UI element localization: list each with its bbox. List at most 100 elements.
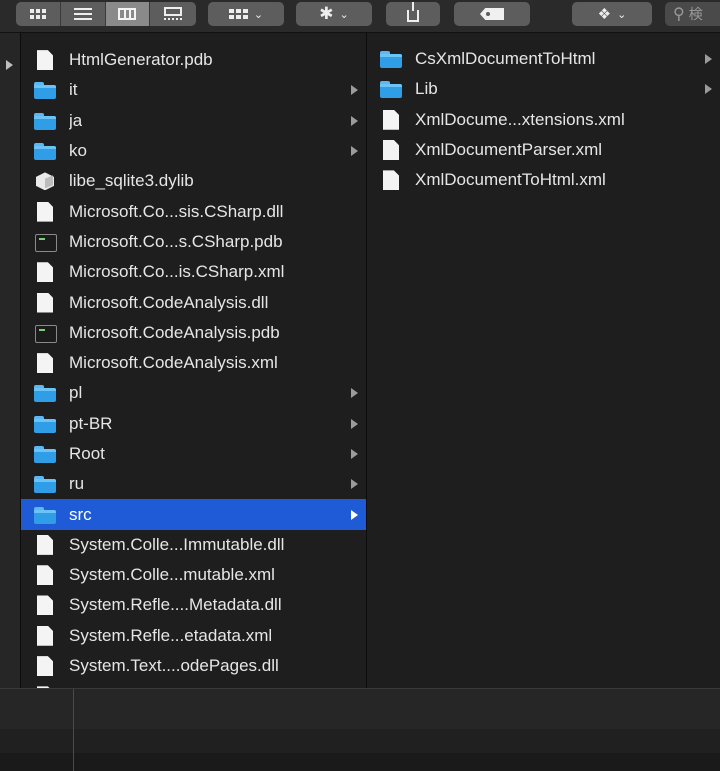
bottom-panel	[0, 688, 720, 771]
file-list: CsXmlDocumentToHtml Lib XmlDocume...xtensi…	[367, 44, 720, 195]
item-name: Microsoft.Co...s.CSharp.pdb	[69, 231, 283, 251]
disclosure-arrow-icon	[351, 449, 358, 459]
folder-icon	[33, 382, 57, 404]
file-item[interactable]: System.Refle....Metadata.dll	[21, 590, 366, 620]
document-icon	[379, 169, 403, 191]
file-item[interactable]: Microsoft.Co...sis.CSharp.dll	[21, 196, 366, 226]
folder-item[interactable]: src	[21, 499, 366, 530]
tag-button[interactable]	[454, 2, 530, 26]
item-name: ja	[69, 110, 83, 130]
gallery-view-button[interactable]	[150, 2, 196, 26]
search-icon: ⚲	[673, 6, 685, 23]
item-name: ko	[69, 141, 87, 161]
document-icon	[33, 292, 57, 314]
folder-icon	[33, 504, 57, 526]
finder-toolbar: ⌄ ✱ ⌄ ❖ ⌄ ⚲ 検	[0, 0, 720, 33]
disclosure-arrow-icon	[351, 115, 358, 126]
file-item[interactable]: System.Text....odePages.dll	[21, 651, 366, 681]
file-item[interactable]: Microsoft.CodeAnalysis.xml	[21, 348, 366, 378]
folder-item[interactable]: it	[21, 75, 366, 105]
chevron-down-icon: ⌄	[339, 8, 349, 21]
document-icon	[33, 564, 57, 586]
folder-item[interactable]: ru	[21, 469, 366, 499]
search-field[interactable]: ⚲ 検	[665, 2, 720, 26]
item-name: XmlDocumentParser.xml	[415, 140, 603, 160]
folder-item[interactable]: ja	[21, 106, 366, 136]
item-name: it	[69, 80, 78, 100]
item-name: CsXmlDocumentToHtml	[415, 49, 596, 69]
folder-item[interactable]: pl	[21, 378, 366, 408]
folder-icon	[33, 110, 57, 132]
file-item[interactable]: Microsoft.CodeAnalysis.pdb	[21, 318, 366, 348]
disclosure-arrow-icon	[351, 85, 358, 96]
item-name: Lib	[415, 79, 438, 99]
columns-icon	[118, 8, 137, 20]
gallery-icon	[164, 6, 183, 22]
document-icon	[33, 201, 57, 223]
share-icon	[407, 2, 419, 22]
item-name: System.Refle....Metadata.dll	[69, 595, 282, 615]
file-list: HtmlGenerator.pdb it ja ko libe_sqlite3.dyli…	[21, 45, 366, 688]
terminal-file-icon	[33, 322, 57, 344]
item-name: pl	[69, 383, 83, 403]
file-item[interactable]: System.Refle...etadata.xml	[21, 621, 366, 651]
item-name: Root	[69, 444, 105, 463]
item-name: System.Refle...etadata.xml	[69, 625, 273, 645]
main-column[interactable]: HtmlGenerator.pdb it ja ko libe_sqlite3.dyli…	[21, 33, 367, 688]
file-item[interactable]: libe_sqlite3.dylib	[21, 166, 366, 196]
file-item[interactable]: System.Colle...Immutable.dll	[21, 530, 366, 560]
folder-item[interactable]: Root	[21, 439, 366, 469]
disclosure-arrow-icon	[705, 54, 712, 65]
action-button[interactable]: ✱ ⌄	[296, 2, 372, 26]
folder-item[interactable]: ko	[21, 136, 366, 166]
share-button[interactable]	[386, 2, 440, 26]
item-name: HtmlGenerator.pdb	[69, 50, 213, 70]
parent-column[interactable]	[0, 33, 21, 688]
group-by-button[interactable]: ⌄	[208, 2, 284, 26]
document-icon	[379, 139, 403, 161]
document-icon	[33, 625, 57, 647]
file-item[interactable]: Microsoft.CodeAnalysis.dll	[21, 287, 366, 317]
view-mode-control	[16, 2, 196, 26]
bottom-row-2	[0, 729, 720, 753]
item-name: XmlDocume...xtensions.xml	[415, 109, 625, 129]
folder-icon	[33, 79, 57, 101]
disclosure-arrow-icon	[351, 509, 358, 520]
item-name: System.Colle...Immutable.dll	[69, 534, 285, 554]
disclosure-arrow-icon	[705, 84, 712, 95]
tag-icon	[480, 8, 504, 20]
folder-icon	[33, 473, 57, 495]
disclosure-arrow-icon	[351, 418, 358, 429]
disclosure-arrow-icon	[6, 60, 13, 70]
file-item[interactable]: XmlDocumentToHtml.xml	[367, 165, 720, 195]
file-item[interactable]: Microsoft.Co...s.CSharp.pdb	[21, 227, 366, 257]
bottom-row-1	[0, 689, 720, 729]
file-item[interactable]: System.Thre....Extensions.dll	[21, 681, 366, 688]
folder-item[interactable]: Lib	[367, 74, 720, 104]
file-item[interactable]: System.Colle...mutable.xml	[21, 560, 366, 590]
dropbox-button[interactable]: ❖ ⌄	[572, 2, 652, 26]
item-name: pt-BR	[69, 413, 113, 433]
item-name: ru	[69, 474, 85, 494]
folder-icon	[379, 48, 403, 70]
library-file-icon	[33, 170, 57, 192]
folder-item[interactable]: CsXmlDocumentToHtml	[367, 44, 720, 74]
folder-item[interactable]: pt-BR	[21, 409, 366, 439]
chevron-down-icon: ⌄	[253, 8, 264, 21]
file-item[interactable]: XmlDocumentParser.xml	[367, 135, 720, 165]
document-icon	[33, 49, 57, 71]
file-item[interactable]: HtmlGenerator.pdb	[21, 45, 366, 75]
file-item[interactable]: XmlDocume...xtensions.xml	[367, 105, 720, 135]
item-name: Microsoft.Co...sis.CSharp.dll	[69, 201, 284, 221]
terminal-file-icon	[33, 231, 57, 253]
grid-icon	[228, 9, 248, 19]
icon-view-button[interactable]	[16, 2, 60, 26]
src-column[interactable]: CsXmlDocumentToHtml Lib XmlDocume...xtensi…	[367, 33, 720, 688]
file-item[interactable]: Microsoft.Co...is.CSharp.xml	[21, 257, 366, 287]
column-view-button[interactable]	[105, 2, 150, 26]
document-icon	[33, 352, 57, 374]
item-name: Microsoft.Co...is.CSharp.xml	[69, 262, 285, 282]
disclosure-arrow-icon	[351, 479, 358, 490]
list-view-button[interactable]	[61, 2, 105, 26]
item-name: XmlDocumentToHtml.xml	[415, 170, 606, 190]
